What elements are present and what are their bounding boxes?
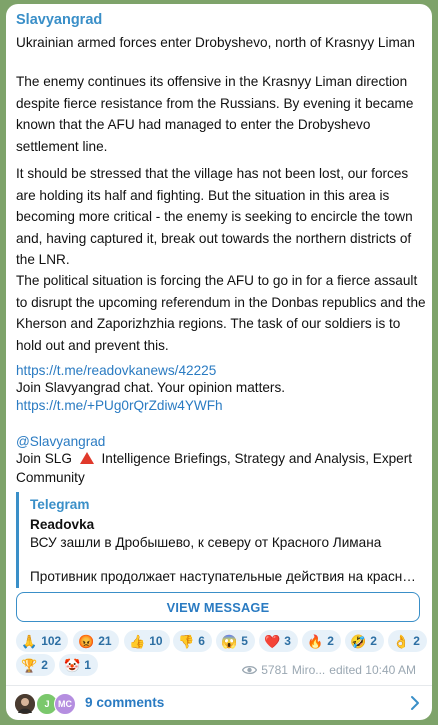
reaction-clown-icon: 🤡 [64,657,81,673]
reaction-trophy-icon: 🏆 [21,657,38,673]
preview-author: Readovka [30,517,95,532]
reaction-count: 1 [84,658,91,672]
reaction-ok-hand-icon: 👌 [393,633,410,649]
reaction-count: 5 [241,634,248,648]
view-count: 5781 [261,663,288,677]
reaction-angry-icon: 😡 [78,633,95,649]
chevron-right-icon [410,695,420,716]
reaction-chip[interactable]: 🏆 2 [16,654,55,676]
reaction-chip[interactable]: 🔥 2 [302,630,341,652]
reaction-chip[interactable]: 🤡 1 [59,654,98,676]
reaction-chip[interactable]: 🤣 2 [345,630,384,652]
reaction-count: 2 [413,634,420,648]
join-slg-prefix: Join SLG [16,451,72,466]
post-headline: Ukrainian armed forces enter Drobyshevo,… [16,35,415,50]
forwarded-preview[interactable]: Telegram Readovka ВСУ зашли в Дробышево,… [16,492,423,588]
preview-title: ВСУ зашли в Дробышево, к северу от Красн… [30,535,382,550]
reaction-chip[interactable]: 👎 6 [173,630,212,652]
view-message-button[interactable]: VIEW MESSAGE [16,592,420,622]
message-bubble: Slavyangrad Ukrainian armed forces enter… [6,4,432,720]
reaction-chip[interactable]: 👍 10 [124,630,170,652]
join-slg-rest: Intelligence Briefings, Strategy and Ana… [16,451,413,485]
join-slg-text: Join SLG Intelligence Briefings, Strateg… [16,450,426,487]
reaction-count: 21 [98,634,112,648]
reaction-count: 2 [370,634,377,648]
reaction-thumbs-up-icon: 👍 [129,633,146,649]
post-author: Miro... [291,663,326,677]
reaction-chip[interactable]: 👌 2 [388,630,427,652]
reaction-count: 10 [149,634,163,648]
avatar: MC [54,693,76,715]
comments-bar[interactable]: J MC 9 comments [6,686,432,720]
reaction-heart-icon: ❤️ [264,633,281,649]
post-paragraph-2: It should be stressed that the village h… [16,166,413,267]
reaction-count: 3 [284,634,291,648]
reaction-chip[interactable]: 🙏 102 [16,630,69,652]
message-meta: 5781 Miro... edited 10:40 AM [242,663,416,677]
post-paragraph-3: The political situation is forcing the A… [16,273,426,353]
post-paragraph-1: The enemy continues its offensive in the… [16,74,414,154]
comments-count: 9 comments [85,695,165,710]
eye-icon [242,665,258,675]
reaction-thumbs-down-icon: 👎 [178,633,195,649]
reaction-count: 102 [41,634,62,648]
avatar [14,693,36,715]
chat-link[interactable]: https://t.me/+PUg0rQrZdiw4YWFh [16,395,426,417]
channel-name[interactable]: Slavyangrad [16,12,102,28]
reaction-chip[interactable]: ❤️ 3 [259,630,298,652]
reaction-pray-icon: 🙏 [21,633,38,649]
reaction-chip[interactable]: 😱 5 [216,630,255,652]
reaction-fire-icon: 🔥 [307,633,324,649]
edited-time: edited 10:40 AM [329,663,416,677]
reaction-count: 6 [198,634,205,648]
preview-source: Telegram [30,497,90,512]
reaction-chip[interactable]: 😡 21 [73,630,119,652]
red-triangle-icon [79,451,94,469]
preview-body: Противник продолжает наступательные дейс… [30,569,422,584]
reaction-scream-icon: 😱 [221,633,238,649]
reaction-count: 2 [41,658,48,672]
reaction-count: 2 [327,634,334,648]
reaction-rofl-icon: 🤣 [350,633,367,649]
